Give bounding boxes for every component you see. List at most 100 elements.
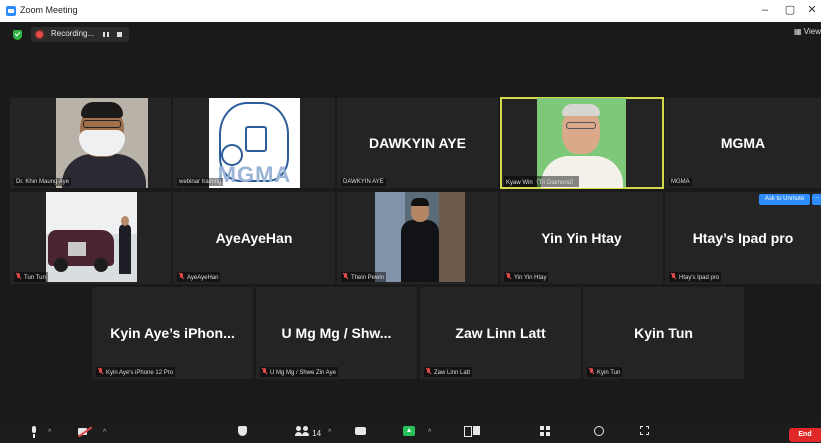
close-button[interactable]: ✕: [804, 3, 820, 17]
stop-recording-icon[interactable]: [117, 32, 122, 37]
nameplate-text: Thein Pewin: [351, 275, 385, 281]
participant-nameplate: Htay's Ipad pro: [669, 272, 722, 282]
nameplate-text: Kyin Tun: [597, 370, 621, 376]
participant-nameplate: Zaw Linn Latt: [424, 367, 473, 377]
muted-mic-icon: [343, 273, 348, 279]
pause-recording-icon[interactable]: [103, 32, 109, 37]
participant-display-name: Htay’s Ipad pro: [692, 230, 794, 246]
muted-mic-icon: [179, 273, 184, 279]
end-meeting-button[interactable]: End: [789, 428, 821, 442]
window-title: Zoom Meeting: [20, 5, 78, 15]
muted-mic-icon: [671, 273, 676, 279]
nameplate-text: Yin Yin Htay: [514, 275, 547, 281]
participant-nameplate: DAWKYIN AYE: [341, 178, 386, 186]
nameplate-text: U Mg Mg / Shwe Zin Aye: [270, 370, 336, 376]
participant-nameplate: U Mg Mg / Shwe Zin Aye: [260, 367, 338, 377]
view-button[interactable]: ▦ View: [794, 27, 821, 36]
participant-nameplate: Dr. Khin Maung Aye: [14, 178, 71, 186]
participant-video: [537, 98, 626, 188]
participant-tile-yinyin[interactable]: Yin Yin Htay Yin Yin Htay: [500, 192, 663, 284]
reactions-button[interactable]: [594, 426, 604, 439]
nameplate-text: Tun Tun: [24, 275, 46, 281]
nameplate-text: AyeAyeHan: [187, 275, 219, 281]
nameplate-text: Zaw Linn Latt: [434, 370, 471, 376]
chat-button[interactable]: [355, 426, 366, 439]
participant-display-name: AyeAyeHan: [215, 230, 293, 246]
participant-tile-tun-tun[interactable]: Tun Tun: [10, 192, 171, 284]
participant-tile-webinar[interactable]: MGMA webinar training: [173, 98, 335, 188]
microphone-icon: [30, 426, 38, 438]
participant-tile-kyintun[interactable]: Kyin Tun Kyin Tun: [583, 287, 744, 379]
share-screen-icon: [403, 426, 415, 436]
participant-tile-kyinaye[interactable]: Kyin Aye’s iPhon... Kyin Aye's iPhone 12…: [92, 287, 253, 379]
meeting-toolbar: ^ ^ 14 ^ ^ End: [0, 422, 821, 443]
participant-display-name: U Mg Mg / Shw...: [281, 325, 392, 341]
participant-tile-ayeayehan[interactable]: AyeAyeHan AyeAyeHan: [173, 192, 335, 284]
participant-nameplate: Tun Tun: [14, 272, 48, 282]
participant-tile-dr-khin[interactable]: Dr. Khin Maung Aye: [10, 98, 171, 188]
video-off-icon: [78, 426, 92, 436]
recording-indicator: Recording...: [31, 27, 129, 42]
participants-icon: [295, 426, 310, 436]
apps-button[interactable]: [540, 426, 550, 439]
muted-mic-icon: [506, 273, 511, 279]
muted-mic-icon: [98, 368, 103, 374]
participant-tile-zawlinn[interactable]: Zaw Linn Latt Zaw Linn Latt: [420, 287, 581, 379]
mgma-logo: MGMA: [209, 98, 300, 188]
view-label: View: [803, 27, 821, 36]
fullscreen-icon: [640, 426, 649, 435]
participant-display-name: Yin Yin Htay: [541, 230, 622, 246]
participant-nameplate: Kyaw Win（Tri Diamond）: [504, 176, 580, 187]
security-shield-icon: [238, 426, 247, 436]
grid-view-icon: ▦: [794, 27, 804, 36]
participant-tile-htay-ipad[interactable]: Htay’s Ipad pro Htay's Ipad pro: [665, 192, 821, 284]
participant-video: [375, 192, 465, 282]
audio-options-caret[interactable]: ^: [48, 426, 51, 439]
participants-count: 14: [312, 429, 322, 438]
muted-mic-icon: [426, 368, 431, 374]
participant-nameplate: Kyin Aye's iPhone 12 Pro: [96, 367, 176, 377]
participant-nameplate: Yin Yin Htay: [504, 272, 549, 282]
reactions-icon: [594, 426, 604, 436]
share-options-caret[interactable]: ^: [428, 426, 431, 439]
participant-display-name: Kyin Tun: [634, 325, 693, 341]
video-options-caret[interactable]: ^: [103, 426, 106, 439]
participant-tile-umgmg[interactable]: U Mg Mg / Shw... U Mg Mg / Shwe Zin Aye: [256, 287, 417, 379]
muted-mic-icon: [262, 368, 267, 374]
restore-button[interactable]: ▢: [782, 3, 798, 17]
participant-tile-dawkyin[interactable]: DAWKYIN AYE DAWKYIN AYE: [337, 98, 498, 188]
nameplate-text: Kyin Aye's iPhone 12 Pro: [106, 370, 174, 376]
share-screen-button[interactable]: [403, 426, 415, 439]
window-titlebar: Zoom Meeting – ▢ ✕: [0, 0, 821, 22]
audio-button[interactable]: [30, 426, 38, 439]
security-button[interactable]: [238, 426, 247, 439]
ask-to-unmute-button[interactable]: Ask to Unmute: [759, 194, 810, 205]
participant-tile-kyaw-win[interactable]: Kyaw Win（Tri Diamond）: [500, 97, 664, 189]
nameplate-text: Htay's Ipad pro: [679, 275, 720, 281]
participant-display-name: Kyin Aye’s iPhon...: [110, 325, 235, 341]
recording-dot-icon: [36, 31, 43, 38]
video-button[interactable]: [78, 426, 92, 439]
record-button[interactable]: [464, 426, 480, 439]
muted-mic-icon: [16, 273, 21, 279]
more-options-button[interactable]: ···: [812, 194, 821, 205]
participant-tile-thein[interactable]: Thein Pewin: [337, 192, 498, 284]
chat-icon: [355, 427, 366, 435]
participant-nameplate: webinar training: [177, 178, 224, 186]
participant-display-name: MGMA: [720, 135, 766, 151]
zoom-app-icon: [6, 6, 16, 16]
apps-grid-icon: [540, 426, 550, 436]
participant-nameplate: AyeAyeHan: [177, 272, 221, 282]
participant-tile-mgma[interactable]: MGMA MGMA: [665, 98, 821, 188]
fullscreen-button[interactable]: [640, 426, 649, 439]
participant-video: [56, 98, 148, 188]
participant-video: [46, 192, 137, 282]
muted-mic-icon: [589, 368, 594, 374]
minimize-button[interactable]: –: [757, 3, 773, 17]
participant-nameplate: MGMA: [669, 178, 692, 186]
participant-display-name: DAWKYIN AYE: [369, 135, 466, 151]
record-icon: [464, 426, 480, 437]
encryption-shield-icon[interactable]: [13, 30, 22, 40]
participants-options-caret[interactable]: ^: [328, 426, 331, 439]
participants-button[interactable]: 14: [295, 426, 322, 439]
